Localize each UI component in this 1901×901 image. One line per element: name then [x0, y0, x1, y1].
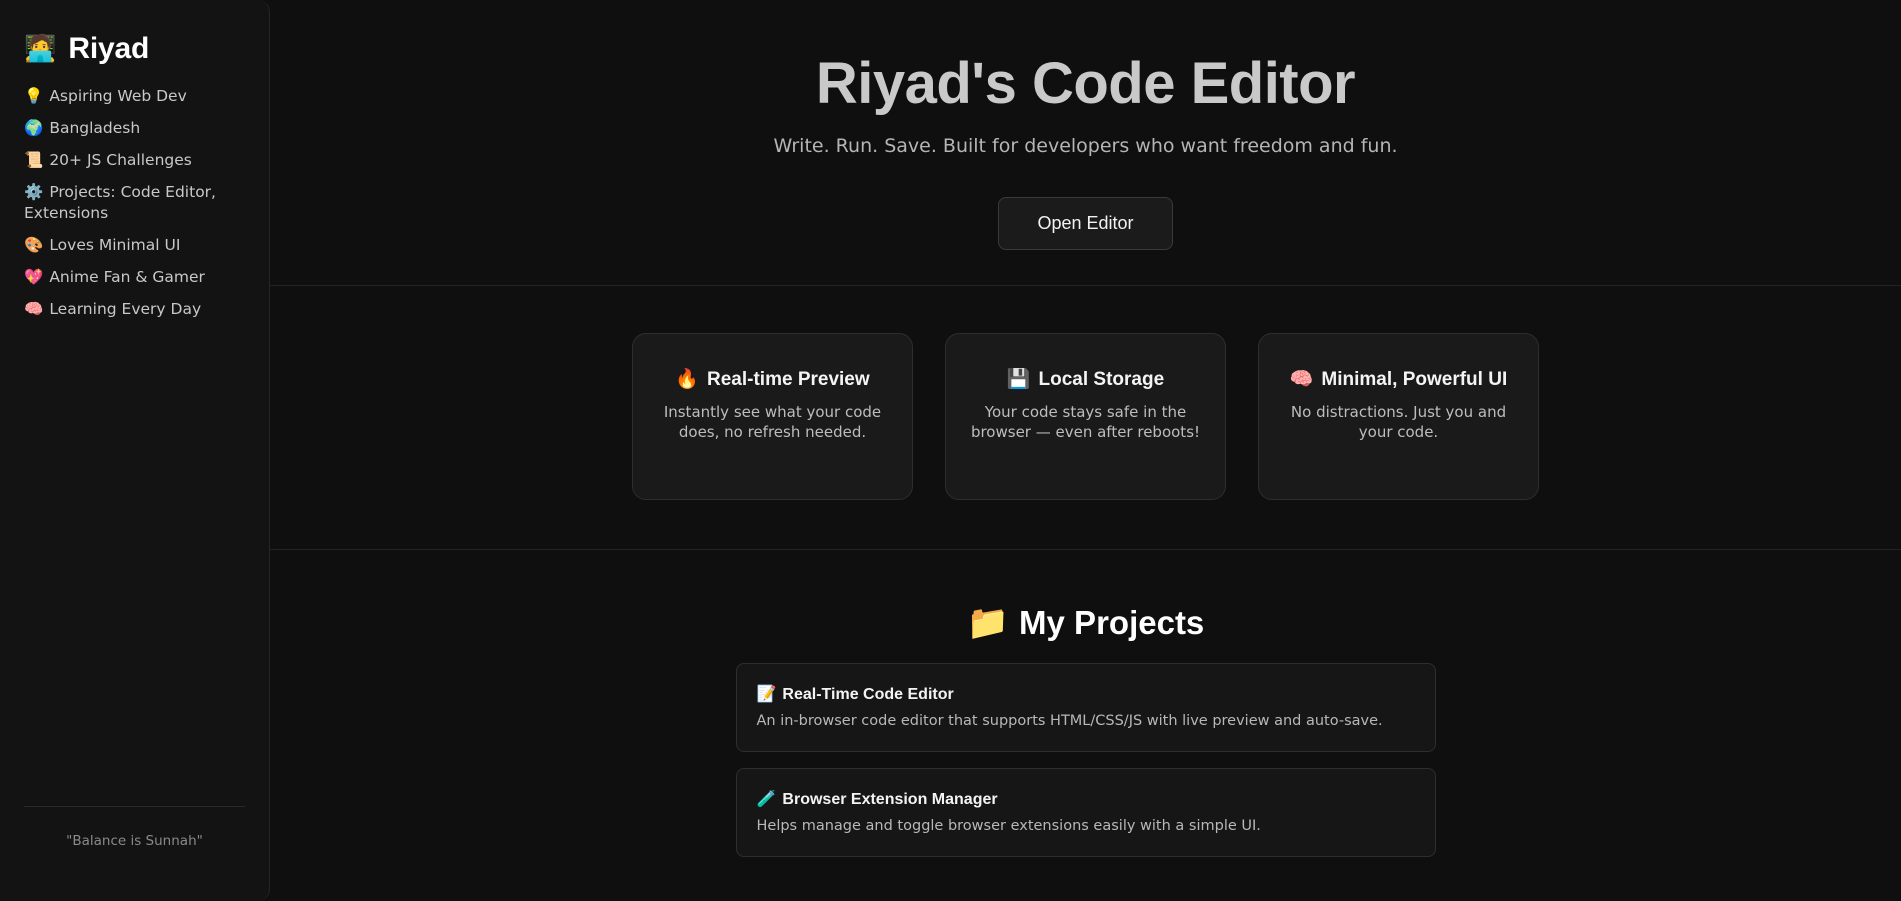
page-title: Riyad's Code Editor — [815, 51, 1356, 116]
features-section: 🔥 Real-time Preview Instantly see what yo… — [270, 286, 1901, 550]
sidebar-item-learning: 🧠 Learning Every Day — [24, 299, 245, 320]
feature-card-preview: 🔥 Real-time Preview Instantly see what yo… — [632, 333, 913, 500]
project-title: 🧪 Browser Extension Manager — [757, 789, 1415, 809]
feature-description: Instantly see what your code does, no re… — [663, 403, 882, 441]
main-content: Riyad's Code Editor Write. Run. Save. Bu… — [270, 0, 1901, 901]
project-card-code-editor[interactable]: 📝 Real-Time Code Editor An in-browser cod… — [735, 663, 1436, 752]
sidebar-footer-quote: "Balance is Sunnah" — [24, 806, 245, 849]
feature-description: No distractions. Just you and your code. — [1290, 403, 1507, 441]
feature-card-minimal-ui: 🧠 Minimal, Powerful UI No distractions. J… — [1258, 333, 1539, 500]
developer-icon: 🧑‍💻 — [24, 34, 57, 64]
hero-section: Riyad's Code Editor Write. Run. Save. Bu… — [270, 0, 1901, 286]
open-editor-button[interactable]: Open Editor — [998, 197, 1173, 250]
project-card-extension-manager[interactable]: 🧪 Browser Extension Manager Helps manage … — [735, 768, 1436, 857]
feature-title: 🔥 Real-time Preview — [655, 367, 890, 392]
project-title-text: Browser Extension Manager — [782, 791, 998, 808]
project-title: 📝 Real-Time Code Editor — [757, 684, 1415, 704]
heart-icon: 💖 — [24, 268, 44, 286]
sidebar-item-label: Aspiring Web Dev — [49, 87, 187, 105]
brand-name: Riyad — [68, 32, 150, 65]
project-list: 📝 Real-Time Code Editor An in-browser cod… — [735, 663, 1436, 857]
hero-subtitle: Write. Run. Save. Built for developers w… — [773, 135, 1398, 157]
feature-title-text: Real-time Preview — [707, 369, 870, 390]
floppy-disk-icon: 💾 — [1006, 369, 1031, 390]
memo-icon: 📝 — [756, 686, 777, 703]
gear-icon: ⚙️ — [24, 183, 44, 201]
feature-description: Your code stays safe in the browser — ev… — [970, 403, 1201, 441]
app: 🧑‍💻 Riyad 💡 Aspiring Web Dev 🌍 Bangladesh … — [0, 0, 1901, 901]
sidebar: 🧑‍💻 Riyad 💡 Aspiring Web Dev 🌍 Bangladesh … — [0, 0, 270, 901]
projects-section: 📁 My Projects 📝 Real-Time Code Editor An … — [270, 550, 1901, 857]
project-title-text: Real-Time Code Editor — [782, 686, 954, 703]
sidebar-item-anime: 💖 Anime Fan & Gamer — [24, 267, 245, 288]
projects-heading: 📁 My Projects — [967, 603, 1205, 643]
feature-title-text: Local Storage — [1038, 369, 1165, 390]
sidebar-item-label: Learning Every Day — [49, 300, 202, 318]
palette-icon: 🎨 — [24, 236, 44, 254]
feature-title-text: Minimal, Powerful UI — [1321, 369, 1508, 390]
sidebar-item-location: 🌍 Bangladesh — [24, 118, 245, 139]
brain-icon: 🧠 — [1289, 369, 1314, 390]
brain-icon: 🧠 — [24, 300, 44, 318]
sidebar-item-minimal-ui: 🎨 Loves Minimal UI — [24, 235, 245, 256]
test-tube-icon: 🧪 — [756, 791, 777, 808]
sidebar-brand: 🧑‍💻 Riyad — [24, 32, 245, 66]
sidebar-item-label: Projects: Code Editor, Extensions — [24, 183, 216, 222]
feature-title: 🧠 Minimal, Powerful UI — [1281, 367, 1516, 392]
sidebar-list: 💡 Aspiring Web Dev 🌍 Bangladesh 📜 20+ JS Ch… — [24, 86, 245, 320]
fire-icon: 🔥 — [675, 369, 700, 390]
feature-title: 💾 Local Storage — [968, 367, 1203, 392]
sidebar-item-label: Loves Minimal UI — [49, 236, 181, 254]
lightbulb-icon: 💡 — [24, 87, 44, 105]
sidebar-item-label: Anime Fan & Gamer — [49, 268, 205, 286]
sidebar-item-projects: ⚙️ Projects: Code Editor, Extensions — [24, 182, 245, 224]
feature-card-storage: 💾 Local Storage Your code stays safe in t… — [945, 333, 1226, 500]
scroll-icon: 📜 — [24, 151, 44, 169]
folder-icon: 📁 — [966, 604, 1010, 642]
project-description: Helps manage and toggle browser extensio… — [756, 818, 1261, 834]
projects-heading-text: My Projects — [1019, 604, 1205, 641]
project-description: An in-browser code editor that supports … — [756, 713, 1383, 729]
globe-icon: 🌍 — [24, 119, 44, 137]
sidebar-item-challenges: 📜 20+ JS Challenges — [24, 150, 245, 171]
sidebar-item-web-dev: 💡 Aspiring Web Dev — [24, 86, 245, 107]
sidebar-item-label: Bangladesh — [49, 119, 141, 137]
sidebar-item-label: 20+ JS Challenges — [49, 151, 192, 169]
